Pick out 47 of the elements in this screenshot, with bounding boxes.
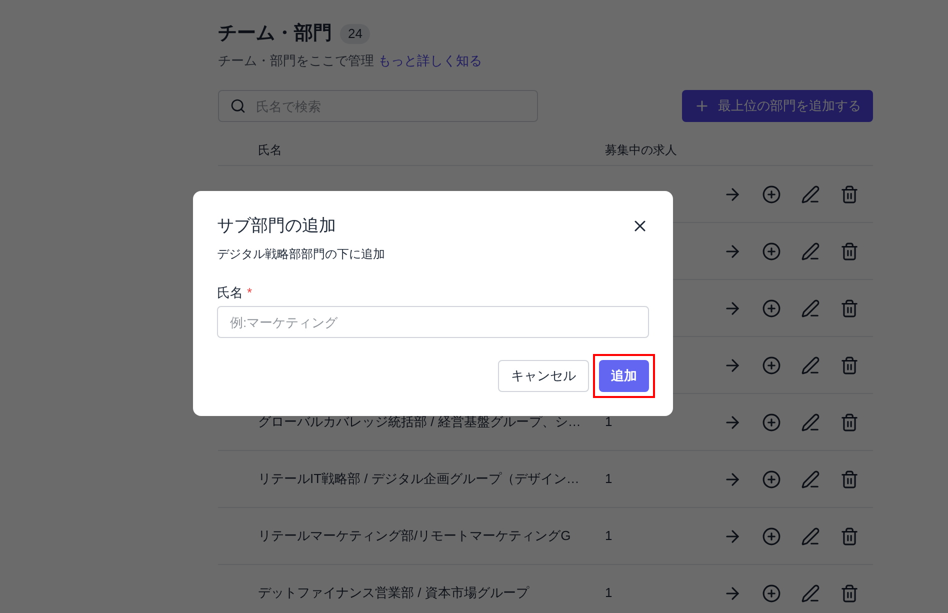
column-header: 氏名: [258, 142, 283, 158]
trash-icon[interactable]: [840, 184, 859, 204]
plus-circle-icon[interactable]: [762, 184, 781, 204]
edit-icon[interactable]: [801, 184, 820, 204]
trash-icon[interactable]: [840, 526, 859, 546]
name-input[interactable]: 例:マーケティング: [217, 306, 649, 338]
required-mark: *: [247, 284, 252, 302]
edit-icon[interactable]: [801, 526, 820, 546]
learn-more-link[interactable]: もっと詳しく知る: [378, 50, 482, 70]
edit-icon[interactable]: [801, 298, 820, 318]
plus-icon: [694, 98, 710, 114]
edit-icon[interactable]: [801, 242, 820, 260]
plus-circle-icon[interactable]: [762, 298, 781, 318]
dialog-title: サブ部門の追加: [217, 215, 336, 237]
search-icon: [230, 98, 246, 114]
openings-count: 1: [605, 585, 612, 600]
edit-icon[interactable]: [801, 356, 820, 374]
trash-icon[interactable]: [840, 298, 859, 318]
cancel-button[interactable]: キャンセル: [498, 360, 589, 392]
plus-circle-icon[interactable]: [762, 470, 781, 488]
trash-icon[interactable]: [840, 356, 859, 374]
department-name: リテールマーケティング部/リモートマーケティングG: [258, 528, 571, 544]
dialog-subtitle: デジタル戦略部部門の下に追加: [217, 246, 386, 262]
plus-circle-icon[interactable]: [762, 242, 781, 260]
page-title: チーム・部門: [218, 22, 332, 46]
edit-icon[interactable]: [801, 470, 820, 488]
edit-icon[interactable]: [801, 412, 820, 432]
trash-icon[interactable]: [840, 470, 859, 488]
department-name: デットファイナンス営業部 / 資本市場グループ: [258, 585, 529, 600]
openings-count: 1: [605, 528, 612, 544]
edit-icon[interactable]: [801, 584, 820, 602]
field-label: 氏名: [217, 284, 243, 302]
trash-icon[interactable]: [840, 584, 859, 602]
trash-icon[interactable]: [840, 412, 859, 432]
plus-circle-icon[interactable]: [762, 356, 781, 374]
add-top-department-button[interactable]: 最上位の部門を追加する: [682, 90, 873, 122]
openings-count: 1: [605, 471, 612, 486]
count-badge: 24: [340, 24, 370, 44]
plus-circle-icon[interactable]: [762, 584, 781, 602]
column-header: 募集中の求人: [605, 142, 677, 158]
openings-count: 1: [605, 414, 612, 430]
trash-icon[interactable]: [840, 242, 859, 260]
plus-circle-icon[interactable]: [762, 526, 781, 546]
page-subtitle: チーム・部門をここで管理: [218, 52, 374, 70]
plus-circle-icon[interactable]: [762, 412, 781, 432]
submit-button[interactable]: 追加: [599, 360, 649, 392]
department-name: リテールIT戦略部 / デジタル企画グループ（デザイン…: [258, 471, 580, 486]
